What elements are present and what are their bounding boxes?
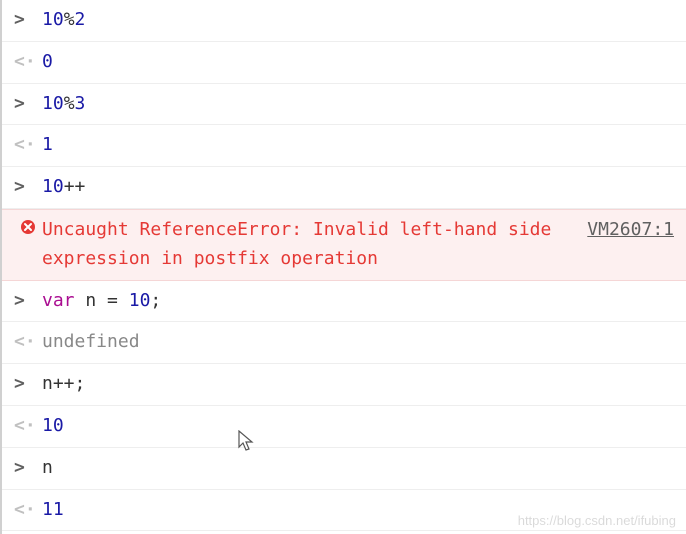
token-op: ++ [64, 176, 86, 197]
console-input-row[interactable]: >n [2, 448, 686, 490]
token-ident: n [85, 290, 96, 311]
output-prompt-icon: <· [14, 496, 42, 525]
error-icon [14, 216, 42, 235]
input-prompt-icon: > [14, 287, 42, 316]
console-output-row[interactable]: <·0 [2, 42, 686, 84]
token-num: 10 [42, 176, 64, 197]
token-num: 0 [42, 51, 53, 72]
console-output-content: 1 [42, 131, 674, 160]
console-input-content[interactable]: var n = 10; [42, 287, 674, 316]
token-num: 3 [75, 93, 86, 114]
input-prompt-icon: > [14, 90, 42, 119]
output-prompt-icon: <· [14, 328, 42, 357]
console-output-content: undefined [42, 328, 674, 357]
token-op: = [107, 290, 118, 311]
error-source-link[interactable]: VM2607:1 [587, 216, 674, 245]
console-output-content: 10 [42, 412, 674, 441]
token-kw: var [42, 290, 75, 311]
output-prompt-icon: <· [14, 412, 42, 441]
console-error-row[interactable]: Uncaught ReferenceError: Invalid left-ha… [2, 209, 686, 281]
token-sp [75, 290, 86, 311]
token-op: ; [75, 373, 86, 394]
console-output-content: 0 [42, 48, 674, 77]
input-prompt-icon: > [14, 370, 42, 399]
console-input-content[interactable]: 10++ [42, 173, 674, 202]
token-sp [118, 290, 129, 311]
token-op: ++ [53, 373, 75, 394]
token-op: ; [150, 290, 161, 311]
token-num: 10 [42, 415, 64, 436]
console-input-row[interactable]: >n++; [2, 364, 686, 406]
console-input-content[interactable]: 10%3 [42, 90, 674, 119]
console-input-content[interactable]: n [42, 454, 674, 483]
token-num: 10 [42, 93, 64, 114]
output-prompt-icon: <· [14, 48, 42, 77]
token-num: 11 [42, 499, 64, 520]
input-prompt-icon: > [14, 173, 42, 202]
token-num: 2 [75, 9, 86, 30]
console-input-row[interactable]: >10++ [2, 167, 686, 209]
console-output-row[interactable]: <·10 [2, 406, 686, 448]
token-undef: undefined [42, 331, 140, 352]
console-input-row[interactable]: >var n = 10; [2, 281, 686, 323]
console-output-row[interactable]: <·undefined [2, 322, 686, 364]
token-ident: n [42, 373, 53, 394]
error-message: Uncaught ReferenceError: Invalid left-ha… [42, 216, 587, 274]
output-prompt-icon: <· [14, 131, 42, 160]
token-sp [96, 290, 107, 311]
token-op: % [64, 9, 75, 30]
devtools-console[interactable]: >10%2<·0>10%3<·1>10++Uncaught ReferenceE… [0, 0, 686, 534]
input-prompt-icon: > [14, 454, 42, 483]
token-num: 10 [129, 290, 151, 311]
token-num: 1 [42, 134, 53, 155]
token-num: 10 [42, 9, 64, 30]
console-output-row[interactable]: <·1 [2, 125, 686, 167]
console-input-content[interactable]: 10%2 [42, 6, 674, 35]
console-input-row[interactable]: >10%2 [2, 0, 686, 42]
console-input-row[interactable]: >10%3 [2, 84, 686, 126]
console-input-content[interactable]: n++; [42, 370, 674, 399]
watermark: https://blog.csdn.net/ifubing [518, 513, 676, 528]
input-prompt-icon: > [14, 6, 42, 35]
token-ident: n [42, 457, 53, 478]
token-op: % [64, 93, 75, 114]
